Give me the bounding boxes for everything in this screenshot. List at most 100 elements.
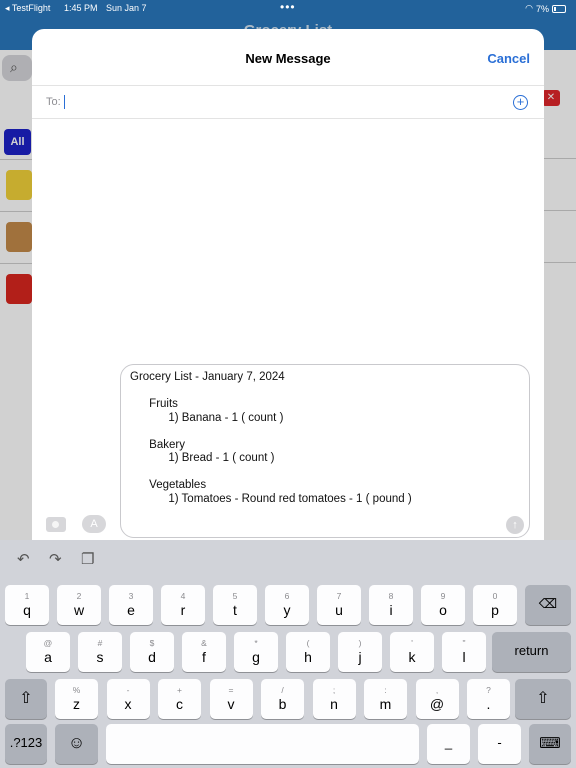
key-label: . (486, 696, 491, 712)
key-label: _ (444, 735, 453, 750)
key-alt-label: 1 (24, 591, 30, 601)
emoji-key[interactable]: ☺ (55, 724, 98, 764)
shift-key-left[interactable]: ⇧ (5, 679, 47, 719)
key-label: v (227, 696, 235, 712)
key-label: .?123 (9, 735, 43, 750)
to-field[interactable]: To: + (32, 85, 544, 119)
new-message-sheet: New Message Cancel To: + Grocery List - … (32, 29, 544, 540)
key-label: k (408, 649, 416, 665)
key-q[interactable]: 1q (5, 585, 49, 625)
redo-icon[interactable]: ↷ (49, 550, 62, 568)
key-alt-label: & (201, 638, 207, 648)
key-label: r (180, 602, 186, 618)
key-label: s (96, 649, 104, 665)
dash-key[interactable]: - (478, 724, 521, 764)
key-s[interactable]: # s (78, 632, 122, 672)
space-bar[interactable] (106, 724, 419, 764)
key-n[interactable]: ; n (312, 679, 356, 719)
key-z[interactable]: % z (55, 679, 98, 719)
battery-percent: 7% (535, 3, 549, 14)
key-alt-label: 4 (180, 591, 186, 601)
key-m[interactable]: :m (364, 679, 407, 719)
key-alt-label: % (72, 685, 81, 695)
key-j[interactable]: ) j (338, 632, 382, 672)
key-u[interactable]: 7u (317, 585, 361, 625)
key-l[interactable]: " l (442, 632, 486, 672)
key-v[interactable]: = v (209, 679, 253, 719)
key-d[interactable]: $ d (130, 632, 174, 672)
paste-icon[interactable]: ❐ (81, 550, 94, 568)
key-label: z (73, 696, 80, 712)
status-right: ◠ 7% (525, 3, 566, 14)
keyboard-toolbar: ↶ ↷ ❐ (0, 540, 576, 578)
key-alt-label: 8 (388, 591, 394, 601)
key-k[interactable]: ' k (390, 632, 434, 672)
key-alt-label: : (384, 685, 387, 695)
sheet-title: New Message (245, 51, 331, 66)
key-label: e (127, 602, 135, 618)
key-alt-label: $ (149, 638, 155, 648)
key-w[interactable]: 2w (57, 585, 101, 625)
add-recipient-icon[interactable]: + (513, 95, 528, 110)
keyboard: ↶ ↷ ❐ 1 q 2 w 3 e 4 r 5 t 6 y 7 u 8 i 9 o 0 p ⌫ @ a # s $ d & f * g(h)… (0, 540, 576, 768)
appstore-icon[interactable]: A (82, 515, 106, 533)
key-alt-label: ( (306, 638, 310, 648)
key-t[interactable]: 5t (213, 585, 257, 625)
key-a[interactable]: @ a (26, 632, 70, 672)
key-label: g (252, 649, 260, 665)
key-e[interactable]: 3e (109, 585, 153, 625)
key-.[interactable]: ?. (467, 679, 510, 719)
key-alt-label: ' (411, 638, 413, 648)
key-label: x (124, 696, 132, 712)
key-label: q (23, 602, 31, 618)
key-label: l (462, 649, 466, 665)
delete-key[interactable]: ⌫ (525, 585, 571, 625)
key-alt-label: ) (358, 638, 362, 648)
key-alt-label: / (281, 685, 284, 695)
key-i[interactable]: 8i (369, 585, 413, 625)
key-h[interactable]: (h (286, 632, 330, 672)
key-b[interactable]: / b (261, 679, 304, 719)
shift-key-right[interactable]: ⇧ (515, 679, 571, 719)
key-o[interactable]: 9o (421, 585, 465, 625)
return-key[interactable]: return (492, 632, 571, 672)
key-label: b (278, 696, 287, 712)
camera-icon[interactable] (46, 517, 66, 532)
key-x[interactable]: -x (106, 679, 150, 719)
key-label: j (358, 649, 362, 665)
undo-icon[interactable]: ↶ (17, 550, 30, 568)
key-alt-label: * (254, 638, 258, 648)
numbers-key[interactable]: .?123 (5, 724, 47, 764)
key-label: c (176, 696, 183, 712)
message-body-field[interactable]: Grocery List - January 7, 2024 Fruits 1)… (120, 364, 530, 538)
send-icon[interactable]: ↑ (506, 516, 524, 534)
key-label: o (439, 602, 447, 618)
key-label: m (379, 696, 392, 712)
key-alt-label: # (97, 638, 103, 648)
key-alt-label: 5 (232, 591, 238, 601)
dismiss-keyboard-key[interactable]: ⌨ (529, 724, 571, 764)
key-label: return (514, 643, 549, 658)
key-p[interactable]: 0p (473, 585, 517, 625)
key-label: p (491, 602, 499, 618)
status-date: Sun Jan 7 (106, 3, 147, 13)
key-alt-label: " (462, 638, 466, 648)
back-to-app-link[interactable]: ◂ TestFlight (5, 3, 50, 14)
shift-icon: ⇧ (19, 690, 33, 707)
keyboard-dismiss-icon: ⌨ (539, 735, 561, 752)
key-f[interactable]: & f (182, 632, 226, 672)
key-r[interactable]: 4r (161, 585, 205, 625)
multitasking-dots[interactable]: ••• (280, 0, 296, 14)
key-label: y (283, 602, 291, 618)
key-@[interactable]: , @ (415, 679, 459, 719)
status-time: 1:45 PM (64, 3, 98, 13)
key-c[interactable]: + c (158, 679, 201, 719)
key-alt-label: ; (332, 685, 336, 695)
key-alt-label: 3 (128, 591, 134, 601)
key-label: h (304, 649, 312, 665)
key-y[interactable]: 6y (265, 585, 309, 625)
key-g[interactable]: * g (234, 632, 278, 672)
underscore-key[interactable]: _ (427, 724, 470, 764)
cancel-button[interactable]: Cancel (487, 51, 530, 66)
key-label: @ (429, 696, 445, 712)
